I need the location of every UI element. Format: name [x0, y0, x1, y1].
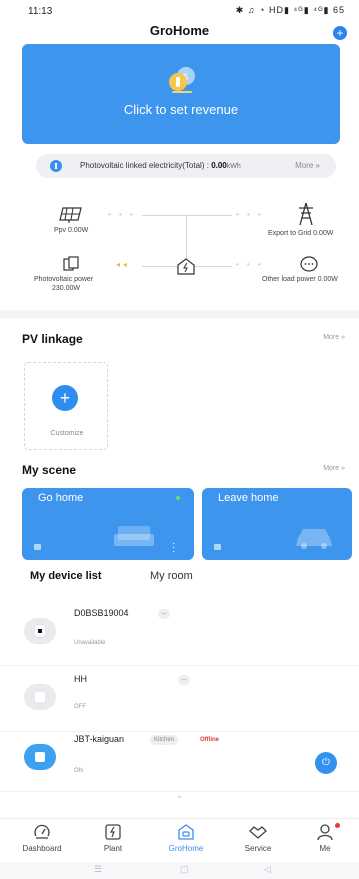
- device-row[interactable]: JBT-kaiguan Kitchen Offline ON ⏻: [0, 722, 359, 792]
- device-avatar: [24, 684, 56, 710]
- nav-label: Plant: [103, 844, 123, 853]
- device-icon: [35, 752, 45, 762]
- pv-total-more-link[interactable]: More »: [295, 161, 320, 170]
- grohome-screen: 11:13 ✱ ♫ ◔ HD▮ ⁴ᴳ▮ ⁴ᴳ▮ 65 GroHome + $ C…: [0, 0, 359, 879]
- photovoltaic-power-value: 230.00W: [52, 285, 81, 292]
- device-offline-badge: Offline: [200, 737, 219, 743]
- sofa-icon: [114, 526, 154, 546]
- my-scene-title: My scene: [22, 463, 77, 477]
- nav-item-grohome[interactable]: GroHome: [151, 823, 221, 853]
- device-name: HH: [74, 674, 87, 684]
- device-row[interactable]: D0BSB19004 -- Unavailable: [0, 596, 359, 666]
- tab-my-room[interactable]: My room: [150, 570, 193, 582]
- bottom-nav: Dashboard Plant GroHome Service Me: [0, 818, 359, 862]
- device-room-tag: --: [178, 675, 190, 685]
- double-chevron-icon: »: [341, 465, 345, 472]
- nav-label: GroHome: [168, 844, 204, 853]
- status-bar: 11:13 ✱ ♫ ◔ HD▮ ⁴ᴳ▮ ⁴ᴳ▮ 65: [0, 0, 359, 22]
- home-hub-icon: [177, 258, 195, 275]
- device-name: JBT-kaiguan: [74, 734, 125, 744]
- revenue-card[interactable]: $ Click to set revenue: [22, 44, 340, 144]
- device-state: ON: [74, 768, 83, 774]
- more-vertical-icon[interactable]: · · ·: [172, 539, 175, 557]
- nav-item-me[interactable]: Me: [290, 823, 359, 853]
- device-name: D0BSB19004: [74, 608, 129, 618]
- tab-my-device-list[interactable]: My device list: [30, 570, 102, 582]
- chevron-down-icon[interactable]: ⌄: [0, 790, 359, 801]
- user-icon: [317, 824, 333, 841]
- dashboard-icon: [34, 824, 50, 839]
- status-icons: ✱ ♫ ◔ HD▮ ⁴ᴳ▮ ⁴ᴳ▮ 65: [235, 5, 345, 15]
- device-avatar: [24, 618, 56, 644]
- pv-linkage-title: PV linkage: [22, 332, 83, 346]
- pv-total-bar[interactable]: Photovoltaic linked electricity(Total) :…: [36, 154, 336, 178]
- flow-dots-left-top: • • •: [108, 210, 136, 219]
- nav-item-plant[interactable]: Plant: [78, 823, 148, 853]
- car-icon: [296, 529, 332, 549]
- pv-linkage-more-link[interactable]: More »: [323, 334, 345, 341]
- menu-icon[interactable]: ☰: [94, 864, 102, 875]
- pv-total-label: Photovoltaic linked electricity(Total) :…: [80, 161, 241, 170]
- photovoltaic-power-label: Photovoltaic power: [34, 276, 94, 283]
- add-linkage-button[interactable]: +: [52, 385, 78, 411]
- other-load-icon: [300, 256, 318, 272]
- flow-line-top: [142, 215, 232, 216]
- nav-label: Service: [244, 844, 272, 853]
- service-icon: [249, 826, 267, 839]
- nav-label: Dashboard: [22, 844, 62, 853]
- add-button[interactable]: +: [333, 26, 347, 40]
- ppv-label: Ppv 0.00W: [54, 227, 89, 234]
- double-chevron-icon: »: [315, 161, 320, 170]
- set-revenue-text: Click to set revenue: [123, 102, 239, 117]
- device-room-tag: --: [158, 609, 170, 619]
- status-time: 11:13: [28, 6, 53, 17]
- device-icon: [35, 626, 45, 636]
- pv-total-unit: kWh: [226, 163, 241, 170]
- home-square-icon[interactable]: ▢: [180, 864, 189, 875]
- export-grid-label: Export to Grid 0.00W: [268, 230, 334, 237]
- coins-icon: $: [169, 67, 195, 93]
- other-load-label: Other load power 0.00W: [262, 276, 338, 283]
- pv-total-value: 0.00: [211, 161, 227, 170]
- plant-icon: [105, 824, 121, 840]
- scene-card-go-home[interactable]: Go home · · ·: [22, 488, 194, 560]
- scene-name: Go home: [38, 492, 84, 504]
- power-tower-icon: [299, 202, 313, 226]
- nav-item-dashboard[interactable]: Dashboard: [7, 823, 77, 853]
- scene-name: Leave home: [218, 492, 279, 504]
- device-icon: [35, 692, 45, 702]
- customize-label: Customize: [50, 430, 84, 437]
- home-icon: [178, 824, 194, 840]
- flow-dots-right-top: • • •: [236, 210, 264, 219]
- device-state: Unavailable: [74, 640, 106, 646]
- back-icon[interactable]: ◁: [264, 864, 271, 875]
- device-room-tag: Kitchen: [150, 735, 179, 745]
- flow-dots-right-bottom: • • •: [236, 260, 264, 269]
- solar-panel-icon: [59, 207, 82, 223]
- scene-small-icon: [214, 544, 221, 550]
- device-state: OFF: [74, 704, 86, 710]
- system-nav-bar: ☰ ▢ ◁: [0, 862, 359, 879]
- power-icon: ⏻: [322, 757, 330, 768]
- nav-item-service[interactable]: Service: [223, 823, 293, 853]
- double-chevron-icon: »: [341, 334, 345, 341]
- power-button[interactable]: ⏻: [315, 752, 337, 774]
- energy-flow-diagram: Ppv 0.00W • • • • • • Export to Grid 0.0…: [0, 196, 359, 306]
- active-indicator: [176, 496, 180, 500]
- customize-linkage-card[interactable]: + Customize: [24, 362, 108, 450]
- nav-label: Me: [319, 844, 331, 853]
- inverter-icon: [63, 256, 79, 271]
- device-avatar: [24, 744, 56, 770]
- notification-badge: [335, 823, 340, 828]
- scene-card-leave-home[interactable]: Leave home: [202, 488, 352, 560]
- info-icon: [50, 160, 62, 172]
- scene-small-icon: [34, 544, 41, 550]
- section-divider: [0, 310, 359, 318]
- plus-icon: +: [336, 26, 344, 40]
- flow-arrows-left: ◂◂: [116, 260, 131, 269]
- my-scene-more-link[interactable]: More »: [323, 465, 345, 472]
- plus-icon: +: [59, 388, 71, 408]
- page-title: GroHome: [149, 23, 210, 38]
